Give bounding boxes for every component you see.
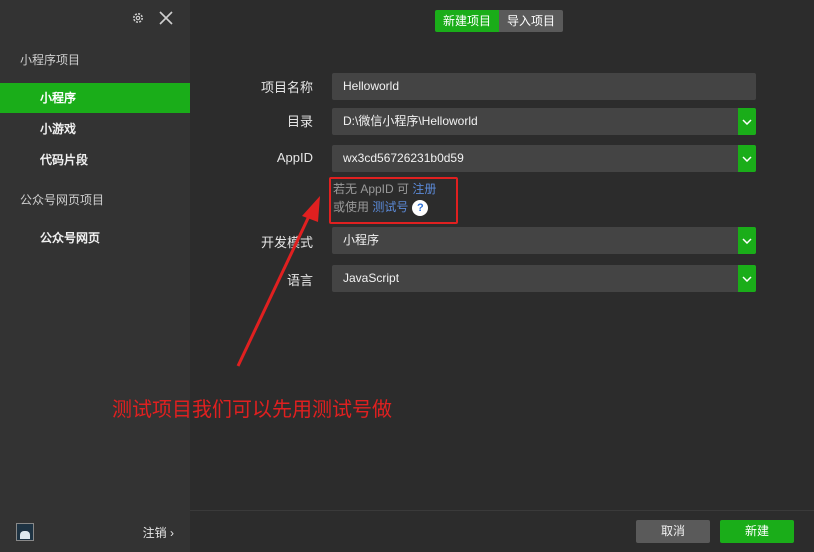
annotation-arrow bbox=[236, 196, 320, 367]
annotation-text: 测试项目我们可以先用测试号做 bbox=[112, 399, 392, 421]
cancel-button[interactable]: 取消 bbox=[636, 520, 710, 543]
create-button[interactable]: 新建 bbox=[720, 520, 794, 543]
